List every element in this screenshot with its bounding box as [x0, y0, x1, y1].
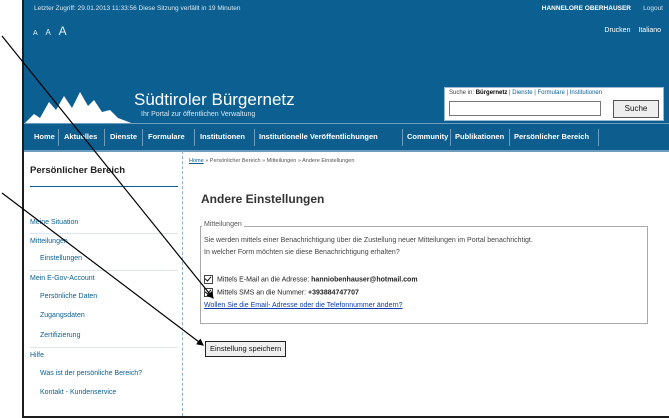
font-large-button[interactable]: A	[59, 24, 70, 38]
search-panel: Suche in: Bürgernetz | Dienste | Formula…	[444, 87, 664, 121]
nav-separator	[58, 129, 59, 146]
font-small-button[interactable]: A	[33, 30, 41, 37]
nav-publikationen[interactable]: Publikationen	[455, 132, 504, 141]
print-link[interactable]: Drucken	[604, 27, 630, 34]
sidebar-title-divider	[30, 186, 178, 187]
search-input[interactable]	[449, 101, 601, 116]
dolomites-logo-icon	[24, 92, 134, 124]
nav-separator	[450, 129, 451, 146]
font-medium-button[interactable]: A	[45, 28, 53, 37]
logout-link[interactable]: Logout	[643, 5, 663, 12]
sidebar-item-kontakt[interactable]: Kontakt - Kundenservice	[40, 389, 116, 396]
sidebar-item-meine-situation[interactable]: Meine Situation	[30, 219, 78, 226]
portal-title[interactable]: Südtiroler Bürgernetz	[134, 90, 295, 110]
notification-description: Sie werden mittels einer Benachrichtigun…	[204, 237, 533, 244]
notification-question: In welcher Form möchten sie diese Benach…	[204, 249, 400, 256]
sms-checkbox[interactable]	[204, 288, 213, 297]
nav-veroeffentlichungen[interactable]: Institutionelle Veröffentlichungen	[259, 132, 378, 141]
sms-option-label: Mittels SMS an die Nummer:	[217, 289, 307, 297]
email-option-row: Mittels E-Mail an die Adresse: hannioben…	[204, 275, 418, 284]
main-navigation: Home Aktuelles Dienste Formulare Institu…	[24, 123, 669, 152]
nav-separator	[402, 129, 403, 146]
breadcrumb-home-link[interactable]: Home	[189, 158, 204, 164]
page-title: Andere Einstellungen	[201, 192, 325, 206]
email-checkbox[interactable]	[204, 275, 213, 284]
search-scope-prefix: Suche in:	[449, 90, 475, 96]
nav-institutionen[interactable]: Institutionen	[200, 132, 245, 141]
email-option-label: Mittels E-Mail an die Adresse:	[217, 276, 310, 284]
nav-separator	[142, 129, 143, 146]
search-button[interactable]: Suche	[613, 100, 659, 118]
sms-number: +393884747707	[308, 289, 359, 297]
change-contact-link[interactable]: Wollen Sie die Email- Adresse oder die T…	[204, 302, 403, 309]
fieldset-legend: Mitteilungen	[202, 221, 244, 228]
nav-separator	[104, 129, 105, 146]
search-scope-options[interactable]: | Dienste | Formulare | Institutionen	[509, 90, 602, 96]
sidebar-item-zugangsdaten[interactable]: Zugangsdaten	[40, 312, 85, 319]
sidebar-title: Persönlicher Bereich	[30, 165, 126, 176]
nav-home[interactable]: Home	[34, 132, 55, 141]
top-links: Drucken Italiano	[598, 27, 661, 34]
nav-separator	[254, 129, 255, 146]
nav-dienste[interactable]: Dienste	[110, 132, 137, 141]
sidebar-item-was-ist[interactable]: Was ist der persönliche Bereich?	[40, 370, 142, 377]
search-scope-selected[interactable]: Bürgernetz	[476, 90, 508, 96]
nav-formulare[interactable]: Formulare	[148, 132, 185, 141]
top-status-bar: Letzter Zugriff: 29.01.2013 11:33:56 Die…	[24, 0, 669, 22]
save-settings-button[interactable]: Einstellung speichern	[205, 341, 287, 357]
sidebar-item-egov-account[interactable]: Mein E-Gov-Account	[30, 275, 95, 282]
sidebar-item-zertifizierung[interactable]: Zertifizierung	[40, 332, 80, 339]
sidebar: Persönlicher Bereich Meine Situation Mit…	[24, 151, 183, 416]
portal-header: Südtiroler Bürgernetz Ihr Portal zur öff…	[24, 22, 669, 124]
search-scope: Suche in: Bürgernetz | Dienste | Formula…	[449, 90, 602, 96]
sidebar-item-einstellungen[interactable]: Einstellungen	[40, 255, 82, 262]
breadcrumb: Home » Persönlicher Bereich » Mitteilung…	[189, 158, 354, 164]
sidebar-item-persoenliche-daten[interactable]: Persönliche Daten	[40, 293, 97, 300]
portal-subtitle: Ihr Portal zur öffentlichen Verwaltung	[141, 111, 256, 118]
breadcrumb-trail: » Persönlicher Bereich » Mitteilungen » …	[205, 158, 355, 164]
email-address: hanniobenhauser@hotmail.com	[311, 276, 418, 284]
sidebar-divider	[30, 233, 178, 234]
user-name: HANNELORE OBERHAUSER	[541, 5, 631, 12]
nav-aktuelles[interactable]: Aktuelles	[64, 132, 97, 141]
browser-viewport: Südtiroler Bürgernetz Ihr Portal zur öff…	[22, 0, 669, 418]
last-access-info: Letzter Zugriff: 29.01.2013 11:33:56 Die…	[34, 5, 241, 12]
nav-separator	[194, 129, 195, 146]
nav-persoenlicher-bereich[interactable]: Persönlicher Bereich	[514, 132, 589, 141]
sms-option-row: Mittels SMS an die Nummer: +393884747707	[204, 288, 359, 297]
nav-separator	[509, 129, 510, 146]
nav-separator	[598, 129, 599, 146]
sidebar-item-mitteilungen[interactable]: Mitteilungen	[30, 238, 68, 245]
font-size-controls: A A A	[33, 24, 70, 38]
language-link[interactable]: Italiano	[638, 27, 661, 34]
sidebar-item-hilfe[interactable]: Hilfe	[30, 352, 44, 359]
nav-community[interactable]: Community	[407, 132, 448, 141]
sidebar-divider	[30, 270, 178, 271]
sidebar-divider	[30, 347, 178, 348]
